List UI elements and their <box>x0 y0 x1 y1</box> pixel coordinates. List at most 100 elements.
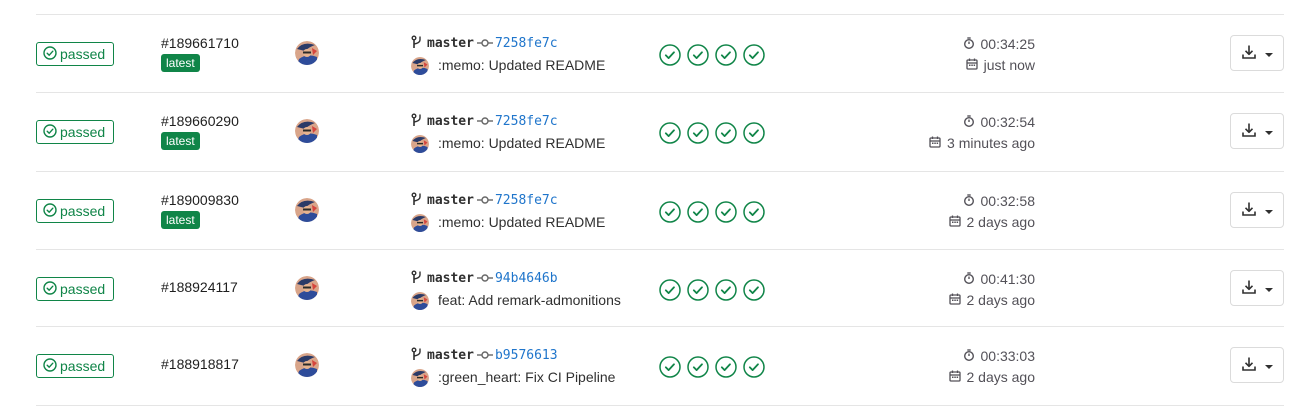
commit-author-avatar[interactable] <box>411 135 429 153</box>
commit-sha-link[interactable]: 7258fe7c <box>495 114 558 129</box>
stage-success-icon[interactable] <box>687 44 709 66</box>
triggerer-avatar[interactable] <box>295 353 319 377</box>
pipeline-id-link[interactable]: #189009830 <box>161 192 239 208</box>
stage-success-icon[interactable] <box>659 122 681 144</box>
commit-title-link[interactable]: :green_heart: Fix CI Pipeline <box>438 369 615 385</box>
status-badge[interactable]: passed <box>36 354 114 378</box>
branch-link[interactable]: master <box>427 193 474 208</box>
branch-link[interactable]: master <box>427 36 474 51</box>
commit-title-link[interactable]: feat: Add remark-admonitions <box>438 292 621 308</box>
stage-success-icon[interactable] <box>659 201 681 223</box>
stage-success-icon[interactable] <box>715 44 737 66</box>
pipeline-stages <box>659 356 765 378</box>
triggerer-avatar[interactable] <box>295 276 319 300</box>
stage-success-icon[interactable] <box>743 122 765 144</box>
commit-author-avatar[interactable] <box>411 369 429 387</box>
pipeline-finished: 2 days ago <box>948 214 1035 230</box>
status-label: passed <box>60 281 106 297</box>
download-artifacts-dropdown[interactable] <box>1230 113 1284 149</box>
duration-text: 00:33:03 <box>980 348 1036 364</box>
download-icon <box>1241 356 1257 375</box>
status-badge[interactable]: passed <box>36 277 114 301</box>
stage-success-icon[interactable] <box>687 356 709 378</box>
chevron-down-icon <box>1265 202 1273 218</box>
stopwatch-icon <box>963 348 975 364</box>
finished-time-text: 2 days ago <box>966 292 1036 308</box>
triggerer-avatar[interactable] <box>295 198 319 222</box>
commit-ref: master 7258fe7c <box>411 192 558 208</box>
stage-success-icon[interactable] <box>659 44 681 66</box>
branch-link[interactable]: master <box>427 271 474 286</box>
commit-icon <box>474 35 495 51</box>
stage-success-icon[interactable] <box>743 44 765 66</box>
finished-time-text: 2 days ago <box>966 369 1036 385</box>
stage-success-icon[interactable] <box>743 201 765 223</box>
download-artifacts-dropdown[interactable] <box>1230 192 1284 228</box>
calendar-icon <box>948 292 961 308</box>
pipeline-stages <box>659 279 765 301</box>
download-icon <box>1241 44 1257 63</box>
branch-icon <box>411 270 427 287</box>
commit-ref: master 7258fe7c <box>411 113 558 129</box>
pipeline-row: passed #188918817 master b9576613:green… <box>36 326 1284 406</box>
download-artifacts-dropdown[interactable] <box>1230 35 1284 71</box>
stage-success-icon[interactable] <box>715 201 737 223</box>
chevron-down-icon <box>1265 123 1273 139</box>
commit-sha-link[interactable]: 7258fe7c <box>495 193 558 208</box>
commit-author-avatar[interactable] <box>411 214 429 232</box>
status-success-icon <box>43 202 57 220</box>
commit-icon <box>474 270 495 286</box>
duration-text: 00:34:25 <box>980 36 1036 52</box>
commit-sha-link[interactable]: b9576613 <box>495 348 558 363</box>
pipeline-duration: 00:32:58 <box>963 193 1035 209</box>
stage-success-icon[interactable] <box>743 356 765 378</box>
stopwatch-icon <box>963 36 975 52</box>
download-artifacts-dropdown[interactable] <box>1230 270 1284 306</box>
commit-sha-link[interactable]: 94b4646b <box>495 271 558 286</box>
pipeline-finished: 2 days ago <box>948 292 1036 308</box>
stage-success-icon[interactable] <box>715 279 737 301</box>
chevron-down-icon <box>1265 45 1273 61</box>
status-badge[interactable]: passed <box>36 120 114 144</box>
finished-time-text: just now <box>983 57 1035 73</box>
pipeline-id-link[interactable]: #188924117 <box>161 279 238 295</box>
stopwatch-icon <box>963 114 975 130</box>
branch-link[interactable]: master <box>427 348 474 363</box>
duration-text: 00:32:54 <box>980 114 1036 130</box>
status-badge[interactable]: passed <box>36 42 114 66</box>
download-artifacts-dropdown[interactable] <box>1230 347 1284 383</box>
stage-success-icon[interactable] <box>687 279 709 301</box>
stage-success-icon[interactable] <box>659 279 681 301</box>
triggerer-avatar[interactable] <box>295 119 319 143</box>
commit-title-link[interactable]: :memo: Updated README <box>438 214 605 230</box>
pipeline-id-link[interactable]: #189661710 <box>161 35 239 51</box>
commit-author-avatar[interactable] <box>411 292 429 310</box>
stage-success-icon[interactable] <box>715 122 737 144</box>
status-badge[interactable]: passed <box>36 199 114 223</box>
pipeline-stages <box>659 122 765 144</box>
branch-link[interactable]: master <box>427 114 474 129</box>
chevron-down-icon <box>1265 280 1273 296</box>
pipeline-finished: 2 days ago <box>948 369 1036 385</box>
stage-success-icon[interactable] <box>687 201 709 223</box>
commit-icon <box>474 113 495 129</box>
commit-title-link[interactable]: :memo: Updated README <box>438 57 605 73</box>
stage-success-icon[interactable] <box>715 356 737 378</box>
commit-ref: master 7258fe7c <box>411 35 558 51</box>
stopwatch-icon <box>963 193 975 209</box>
commit-title-link[interactable]: :memo: Updated README <box>438 135 605 151</box>
stage-success-icon[interactable] <box>743 279 765 301</box>
pipeline-id-link[interactable]: #188918817 <box>161 356 239 372</box>
branch-icon <box>411 347 427 364</box>
stage-success-icon[interactable] <box>659 356 681 378</box>
commit-icon <box>474 192 495 208</box>
triggerer-avatar[interactable] <box>295 41 319 65</box>
pipeline-duration: 00:41:30 <box>963 271 1035 287</box>
commit-author-avatar[interactable] <box>411 57 429 75</box>
chevron-down-icon <box>1265 357 1273 373</box>
pipeline-id-link[interactable]: #189660290 <box>161 113 239 129</box>
calendar-icon <box>948 214 961 230</box>
pipeline-row: passed #189009830 latest master 7258fe7c <box>36 171 1284 250</box>
stage-success-icon[interactable] <box>687 122 709 144</box>
commit-sha-link[interactable]: 7258fe7c <box>495 36 558 51</box>
